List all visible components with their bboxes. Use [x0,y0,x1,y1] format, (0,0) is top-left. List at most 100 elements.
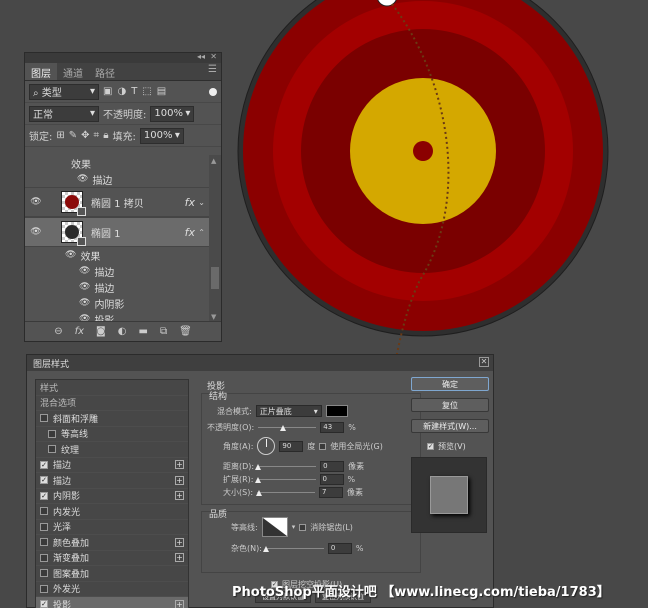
noise-input[interactable]: 0 [327,543,352,554]
lock-all-icon[interactable]: 🔒︎ [103,130,108,141]
style-item[interactable]: 颜色叠加 + [36,535,188,551]
style-item[interactable]: 渐变叠加 + [36,551,188,566]
adjustment-filter-icon[interactable]: ◑ [117,86,126,97]
style-item[interactable]: 混合选项 [36,396,188,411]
style-item[interactable]: 内发光 [36,504,188,520]
image-filter-icon[interactable]: ▣ [103,86,112,97]
layer-list[interactable]: 效果 👁︎ 描边 👁︎ 椭圆 1 拷贝 fx ⌄ 👁︎ 椭圆 1 fx ⌃ 👁︎… [25,155,211,323]
tab-paths[interactable]: 路径 [89,63,121,80]
opacity-slider[interactable] [258,424,317,432]
list-item[interactable]: 👁︎ 描边 [25,279,211,295]
effect-eye-icon[interactable]: 👁︎ [79,298,90,308]
scroll-thumb[interactable] [211,267,219,289]
layer-row[interactable]: 👁︎ 椭圆 1 fx ⌃ [25,217,211,247]
layers-scrollbar[interactable]: ▲ ▼ [209,155,221,323]
spread-input[interactable]: 0 [319,474,344,485]
plus-icon[interactable]: + [175,537,184,547]
style-checkbox[interactable] [48,429,56,438]
new-group-icon[interactable]: ▬ [138,326,147,337]
style-checkbox[interactable] [40,414,48,423]
style-checkbox[interactable] [40,538,48,547]
distance-slider[interactable] [255,463,317,471]
slider-knob[interactable] [262,545,269,552]
chevron-up-icon[interactable]: ⌃ [198,228,205,237]
noise-slider[interactable] [262,545,324,553]
contour-picker[interactable] [261,517,288,537]
new-style-button[interactable]: 新建样式(W)... [411,419,489,433]
distance-input[interactable]: 0 [320,461,345,472]
style-item[interactable]: ✓ 描边 + [36,458,188,473]
reset-button[interactable]: 复位 [411,398,489,412]
style-checkbox[interactable]: ✓ [40,600,48,608]
panel-menu-icon[interactable]: ☰ [208,64,217,75]
style-checkbox[interactable] [40,507,48,516]
style-item[interactable]: 斜面和浮雕 [36,411,188,427]
style-item[interactable]: 图案叠加 [36,566,188,582]
smart-object-filter-icon[interactable]: ▤ [157,86,166,97]
plus-icon[interactable]: + [175,491,184,501]
style-item[interactable]: ✓ 内阴影 + [36,489,188,504]
style-item[interactable]: ✓ 投影 + [36,597,188,608]
blend-mode-select[interactable]: 正片叠底 ▾ [255,405,322,417]
style-item[interactable]: ✓ 描边 + [36,473,188,489]
style-checkbox[interactable]: ✓ [40,491,48,500]
style-item[interactable]: 光泽 [36,520,188,535]
scroll-up-icon[interactable]: ▲ [211,157,216,165]
chevron-down-icon[interactable]: ▾ [292,523,296,531]
style-checkbox[interactable] [40,522,48,531]
style-checkbox[interactable]: ✓ [40,476,48,485]
style-item[interactable]: 外发光 [36,582,188,597]
type-filter-icon[interactable]: T [131,86,137,97]
slider-knob[interactable] [255,489,262,496]
style-item[interactable]: 纹理 [36,442,188,458]
list-item[interactable]: 👁︎ 描边 [25,263,211,279]
scroll-down-icon[interactable]: ▼ [211,313,216,321]
visibility-eye-icon[interactable]: 👁︎ [25,227,47,237]
add-style-icon[interactable]: fx [75,326,84,337]
effect-eye-icon[interactable]: 👁︎ [79,282,90,292]
angle-dial[interactable] [257,437,276,455]
ok-button[interactable]: 确定 [411,377,489,391]
shadow-color-swatch[interactable] [325,405,348,417]
shape-filter-icon[interactable]: ⬚ [142,86,151,97]
layer-row[interactable]: 👁︎ 椭圆 1 拷贝 fx ⌄ [25,187,211,217]
lock-artboard-icon[interactable]: ⌗ [94,130,100,141]
style-item[interactable]: 等高线 [36,427,188,442]
lock-move-icon[interactable]: ✥ [81,130,89,141]
fx-icon[interactable]: fx [185,226,195,239]
chevron-down-icon[interactable]: ⌄ [198,198,205,207]
size-slider[interactable] [255,489,316,497]
effect-eye-icon[interactable]: 👁︎ [79,266,90,276]
effect-eye-icon[interactable]: 👁︎ [65,250,76,260]
style-checkbox[interactable] [40,584,48,593]
style-checkbox[interactable]: ✓ [40,460,48,469]
lock-transparent-icon[interactable]: ⊞ [56,130,64,141]
slider-knob[interactable] [254,476,261,483]
adjustment-layer-icon[interactable]: ◐ [118,326,127,337]
plus-icon[interactable]: + [175,553,184,563]
plus-icon[interactable]: + [175,475,184,485]
list-item[interactable]: 效果 [25,155,211,171]
close-icon[interactable]: ✕ [479,357,489,367]
blend-mode-select[interactable]: 正常 ▾ [29,105,99,122]
plus-icon[interactable]: + [175,599,184,608]
fill-input[interactable]: 100% ▾ [139,127,184,144]
spread-slider[interactable] [254,476,316,484]
opacity-input[interactable]: 43 [320,422,345,433]
add-mask-icon[interactable]: ◙ [96,326,106,337]
style-checkbox[interactable] [48,445,56,454]
filter-kind-select[interactable]: ⌕ 类型 ▾ [29,83,99,100]
lock-brush-icon[interactable]: ✎ [69,130,77,141]
list-item[interactable]: 👁︎ 内阴影 [25,295,211,311]
list-item[interactable]: 👁︎ 描边 [25,171,211,187]
list-item[interactable]: 👁︎ 效果 [25,247,211,263]
preview-checkbox[interactable]: ✓ [427,443,434,450]
style-checkbox[interactable] [40,553,48,562]
visibility-eye-icon[interactable]: 👁︎ [25,197,47,207]
filter-toggle[interactable] [209,87,217,96]
slider-knob[interactable] [255,463,262,470]
style-checkbox[interactable] [40,569,48,578]
collapse-icon[interactable]: ◂◂ [197,52,205,61]
slider-knob[interactable] [280,424,287,431]
angle-input[interactable]: 90 [279,440,304,452]
